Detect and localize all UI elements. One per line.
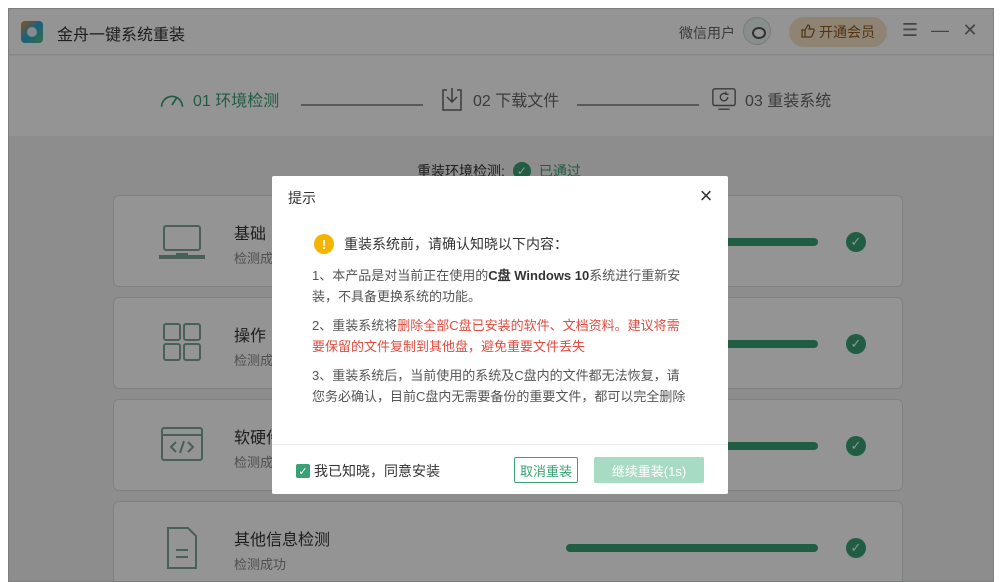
checkbox-checked-icon[interactable]: ✓ — [296, 464, 310, 478]
warning-text: 重装系统前，请确认知晓以下内容： — [344, 236, 568, 252]
p1-prefix: 1、本产品是对当前正在使用的 — [312, 268, 489, 283]
continue-button[interactable]: 继续重装(1s) — [594, 457, 704, 483]
p1-bold: C盘 Windows 10 — [488, 268, 590, 283]
warning-icon: ! — [314, 234, 334, 254]
dialog-title: 提示 — [288, 190, 316, 206]
close-icon[interactable]: × — [696, 185, 716, 207]
agree-label: 我已知晓，同意安装 — [314, 463, 440, 479]
confirm-dialog: 提示 × ! 重装系统前，请确认知晓以下内容： 1、本产品是对当前正在使用的C盘… — [272, 176, 728, 494]
warning-row: ! 重装系统前，请确认知晓以下内容： — [314, 234, 568, 254]
notice-paragraph-2: 2、重装系统将删除全部C盘已安装的软件、文档资料。建议将需要保留的文件复制到其他… — [312, 315, 692, 357]
dialog-footer: ✓ 我已知晓，同意安装 取消重装 继续重装(1s) — [272, 444, 728, 494]
cancel-button[interactable]: 取消重装 — [514, 457, 578, 483]
notice-paragraph-3: 3、重装系统后，当前使用的系统及C盘内的文件都无法恢复，请您务必确认，目前C盘内… — [312, 368, 686, 404]
p2-prefix: 2、重装系统将 — [312, 318, 398, 333]
notice-paragraph-1: 1、本产品是对当前正在使用的C盘 Windows 10系统进行重新安装，不具备更… — [312, 265, 692, 307]
agree-checkbox[interactable]: ✓ 我已知晓，同意安装 — [296, 461, 440, 481]
